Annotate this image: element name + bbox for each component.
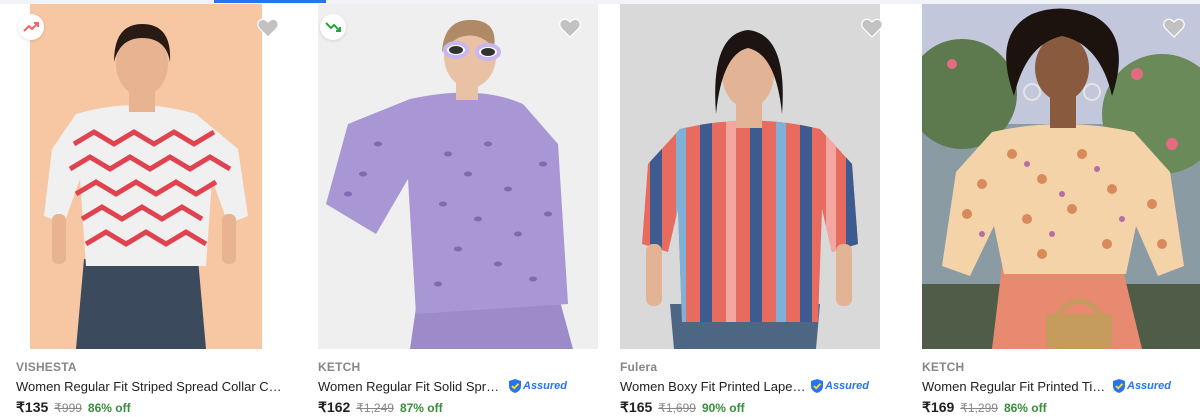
product-title-row[interactable]: Women Regular Fit Striped Spread Collar … (16, 377, 282, 395)
wishlist-heart-icon[interactable] (558, 16, 582, 40)
price-row: ₹169 ₹1,299 86% off (922, 399, 1047, 416)
trending-down-icon (320, 14, 346, 40)
assured-label: Assured (1127, 380, 1172, 392)
product-card[interactable]: VISHESTA Women Regular Fit Striped Sprea… (16, 4, 296, 417)
discount-label: 86% off (1003, 401, 1047, 415)
original-price: ₹999 (54, 401, 82, 415)
discount-label: 87% off (399, 401, 443, 415)
wishlist-heart-icon[interactable] (860, 16, 884, 40)
product-card[interactable]: Fulera Women Boxy Fit Printed Lapel C...… (620, 4, 900, 417)
assured-shield-icon (1113, 379, 1125, 393)
product-card[interactable]: KETCH Women Regular Fit Printed Tie u...… (922, 4, 1200, 417)
assured-label: Assured (825, 380, 870, 392)
product-grid: VISHESTA Women Regular Fit Striped Sprea… (0, 4, 1200, 417)
product-brand: KETCH (318, 360, 361, 374)
discount-label: 90% off (701, 401, 745, 415)
product-image[interactable] (620, 4, 900, 349)
product-title-row[interactable]: Women Regular Fit Printed Tie u... Assur… (922, 377, 1192, 395)
selling-price: ₹135 (16, 399, 49, 415)
product-title-row[interactable]: Women Boxy Fit Printed Lapel C... Assure… (620, 377, 900, 395)
assured-badge: Assured (810, 378, 869, 394)
assured-badge: Assured (1112, 378, 1171, 394)
price-row: ₹165 ₹1,699 90% off (620, 399, 745, 416)
product-title[interactable]: Women Regular Fit Printed Tie u... (922, 379, 1108, 394)
assured-shield-icon (509, 379, 521, 393)
selling-price: ₹165 (620, 399, 653, 415)
product-brand: Fulera (620, 360, 658, 374)
product-image[interactable] (318, 4, 598, 349)
product-card[interactable]: KETCH Women Regular Fit Solid Spread ...… (318, 4, 598, 417)
assured-badge: Assured (508, 378, 567, 394)
original-price: ₹1,699 (658, 401, 696, 415)
assured-shield-icon (811, 379, 823, 393)
product-title-row[interactable]: Women Regular Fit Solid Spread ... Assur… (318, 377, 598, 395)
product-title[interactable]: Women Regular Fit Striped Spread Collar … (16, 379, 282, 394)
discount-label: 86% off (87, 401, 131, 415)
product-title[interactable]: Women Boxy Fit Printed Lapel C... (620, 379, 806, 394)
active-tab-indicator (214, 0, 326, 3)
assured-label: Assured (523, 380, 568, 392)
product-title[interactable]: Women Regular Fit Solid Spread ... (318, 379, 504, 394)
original-price: ₹1,249 (356, 401, 394, 415)
product-image[interactable] (16, 4, 296, 349)
price-row: ₹135 ₹999 86% off (16, 399, 131, 416)
product-image[interactable] (922, 4, 1200, 349)
product-brand: VISHESTA (16, 360, 77, 374)
selling-price: ₹169 (922, 399, 955, 415)
selling-price: ₹162 (318, 399, 351, 415)
original-price: ₹1,299 (960, 401, 998, 415)
wishlist-heart-icon[interactable] (256, 16, 280, 40)
product-brand: KETCH (922, 360, 965, 374)
trending-up-icon (18, 14, 44, 40)
wishlist-heart-icon[interactable] (1162, 16, 1186, 40)
price-row: ₹162 ₹1,249 87% off (318, 399, 443, 416)
